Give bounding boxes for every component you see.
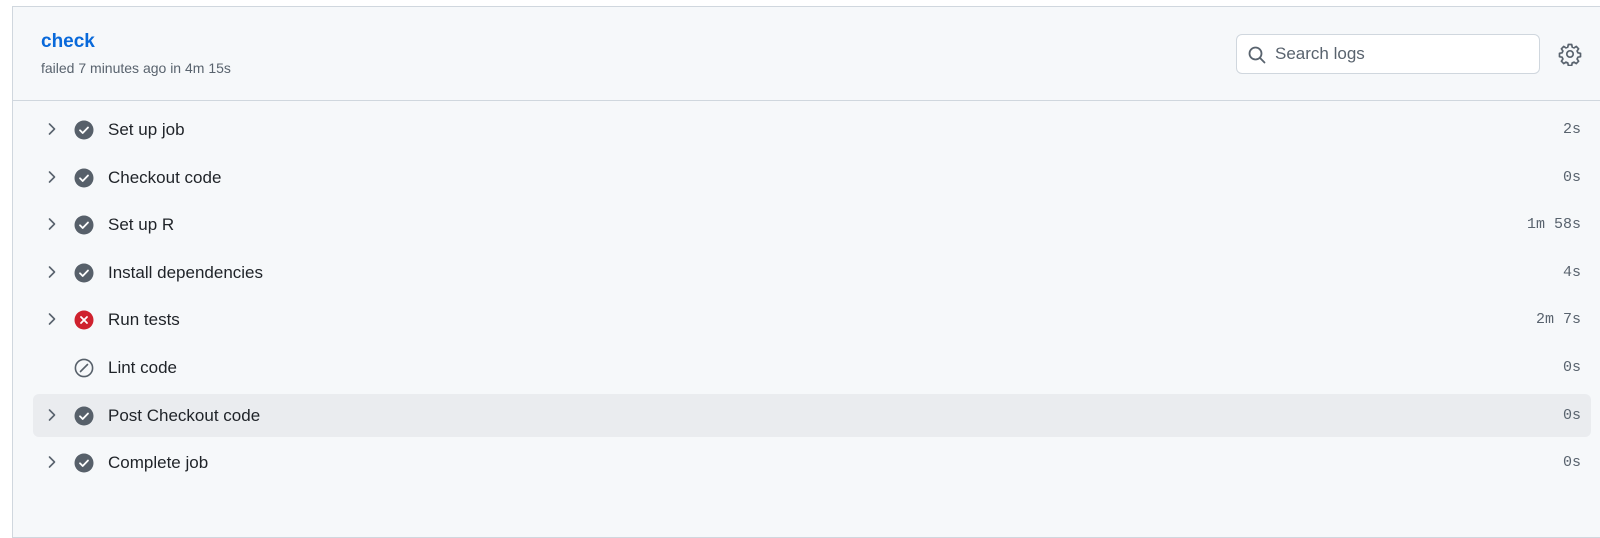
step-row[interactable]: Checkout code 0s (33, 156, 1591, 199)
step-row[interactable]: Set up job 2s (33, 108, 1591, 151)
step-duration: 4s (1562, 263, 1581, 281)
step-name: Lint code (108, 357, 177, 377)
step-row: Lint code 0s (33, 346, 1591, 389)
step-name: Install dependencies (108, 262, 264, 282)
step-duration: 2m 7s (1535, 311, 1581, 329)
step-duration: 0s (1562, 454, 1581, 472)
skip-icon (74, 358, 94, 378)
chevron-right-icon[interactable] (45, 122, 59, 136)
step-row[interactable]: Run tests 2m 7s (33, 298, 1591, 341)
step-row[interactable]: Complete job 0s (33, 441, 1591, 484)
step-row[interactable]: Post Checkout code 0s (33, 393, 1591, 437)
chevron-right-icon[interactable] (45, 408, 59, 422)
check-circle-fill-icon (74, 263, 94, 283)
job-title[interactable]: check (41, 31, 95, 53)
step-duration: 1m 58s (1526, 216, 1581, 234)
search-icon (1248, 46, 1266, 64)
x-circle-fill-icon (74, 310, 94, 330)
job-status-summary: failed 7 minutes ago in 4m 15s (41, 60, 231, 76)
job-log-panel: check failed 7 minutes ago in 4m 15s Set… (12, 6, 1600, 538)
steps-list: Set up job 2s Checkout code 0s Set up R 1m 58… (33, 108, 1591, 489)
check-circle-fill-icon (74, 215, 94, 235)
check-circle-fill-icon (74, 406, 94, 426)
check-circle-fill-icon (74, 120, 94, 140)
step-name: Post Checkout code (108, 405, 261, 425)
step-name: Run tests (108, 310, 180, 330)
step-duration: 0s (1562, 406, 1581, 424)
step-name: Checkout code (108, 167, 222, 187)
step-duration: 2s (1562, 121, 1581, 138)
step-name: Set up R (108, 215, 175, 235)
step-name: Complete job (108, 453, 209, 473)
step-duration: 0s (1562, 358, 1581, 376)
step-row[interactable]: Set up R 1m 58s (33, 203, 1591, 246)
step-duration: 0s (1562, 168, 1581, 186)
chevron-right-icon[interactable] (45, 265, 59, 279)
check-circle-fill-icon (74, 168, 94, 188)
settings-button[interactable] (1558, 42, 1582, 67)
step-name: Set up job (108, 120, 185, 139)
check-circle-fill-icon (74, 453, 94, 473)
chevron-right-icon[interactable] (45, 217, 59, 231)
chevron-right-icon[interactable] (45, 170, 59, 184)
search-logs-box[interactable] (1236, 34, 1540, 74)
step-row[interactable]: Install dependencies 4s (33, 251, 1591, 294)
gear-icon (1558, 43, 1582, 67)
search-logs-input[interactable] (1275, 35, 1533, 73)
chevron-right-icon[interactable] (45, 455, 59, 469)
job-header: check failed 7 minutes ago in 4m 15s (13, 7, 1600, 101)
chevron-right-icon[interactable] (45, 312, 59, 326)
